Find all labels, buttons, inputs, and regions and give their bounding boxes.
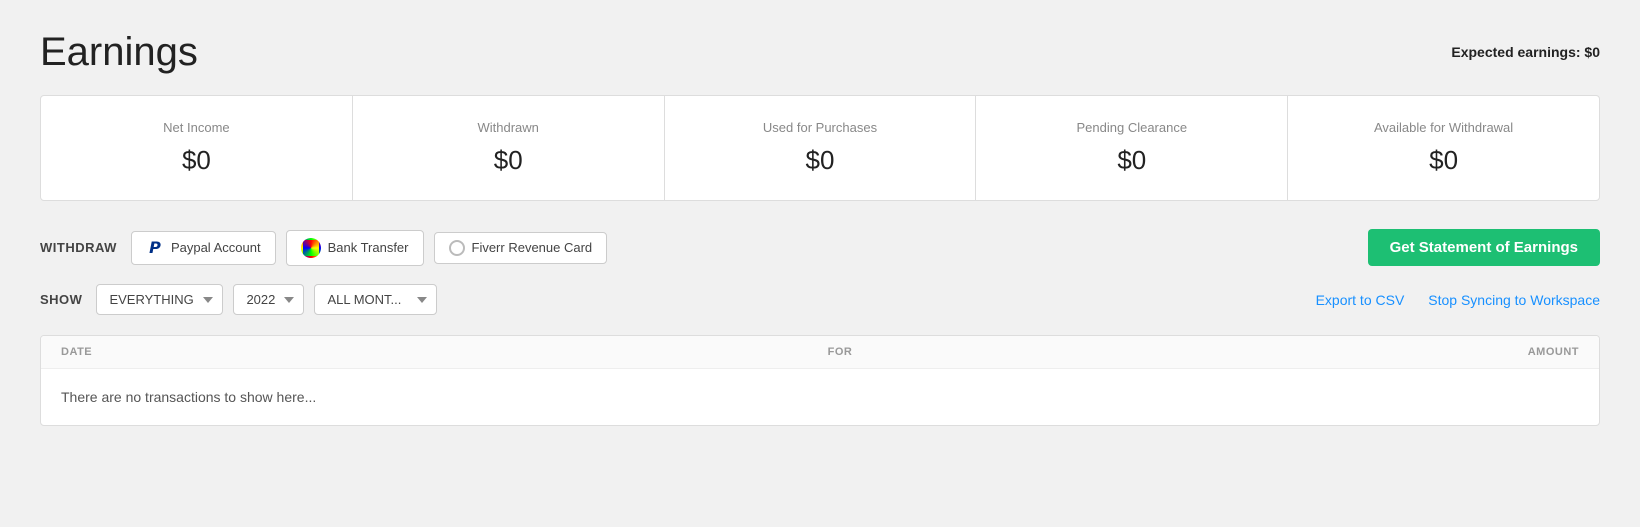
withdraw-label: WITHDRAW: [40, 240, 117, 255]
stat-withdrawn: Withdrawn $0: [353, 96, 665, 200]
stat-withdrawn-label: Withdrawn: [369, 120, 648, 135]
show-row: SHOW EVERYTHING INCOME EXPENSES 2022 202…: [40, 284, 1600, 315]
revenue-card-button[interactable]: Fiverr Revenue Card: [434, 232, 608, 264]
paypal-label: Paypal Account: [171, 240, 261, 255]
stat-pending-clearance-label: Pending Clearance: [992, 120, 1271, 135]
stat-used-purchases-value: $0: [681, 145, 960, 176]
stats-card: Net Income $0 Withdrawn $0 Used for Purc…: [40, 95, 1600, 201]
bank-transfer-button[interactable]: Bank Transfer: [286, 230, 424, 266]
export-csv-link[interactable]: Export to CSV: [1316, 292, 1405, 308]
expected-earnings-value: $0: [1584, 44, 1600, 60]
paypal-icon: 𝙋: [146, 239, 164, 257]
show-left: SHOW EVERYTHING INCOME EXPENSES 2022 202…: [40, 284, 437, 315]
stat-available-withdrawal-label: Available for Withdrawal: [1304, 120, 1583, 135]
stat-net-income: Net Income $0: [41, 96, 353, 200]
header-row: Earnings Expected earnings: $0: [40, 30, 1600, 75]
stat-net-income-label: Net Income: [57, 120, 336, 135]
transactions-table: DATE FOR AMOUNT There are no transaction…: [40, 335, 1600, 426]
revenue-card-icon: [449, 240, 465, 256]
get-statement-button[interactable]: Get Statement of Earnings: [1368, 229, 1600, 266]
filter-dropdown[interactable]: EVERYTHING INCOME EXPENSES: [96, 284, 223, 315]
stat-net-income-value: $0: [57, 145, 336, 176]
page-title: Earnings: [40, 30, 198, 75]
withdraw-row: WITHDRAW 𝙋 Paypal Account Bank Transfer …: [40, 229, 1600, 266]
show-label: SHOW: [40, 292, 82, 307]
revenue-card-label: Fiverr Revenue Card: [472, 240, 593, 255]
stat-pending-clearance: Pending Clearance $0: [976, 96, 1288, 200]
stat-used-purchases-label: Used for Purchases: [681, 120, 960, 135]
table-col-amount-header: AMOUNT: [1459, 346, 1579, 358]
stat-used-purchases: Used for Purchases $0: [665, 96, 977, 200]
expected-earnings: Expected earnings: $0: [1451, 30, 1600, 60]
withdraw-left: WITHDRAW 𝙋 Paypal Account Bank Transfer …: [40, 230, 607, 266]
table-header: DATE FOR AMOUNT: [41, 336, 1599, 369]
bank-label: Bank Transfer: [328, 240, 409, 255]
bank-icon: [301, 238, 321, 258]
year-dropdown[interactable]: 2022 2021 2020 2019: [233, 284, 304, 315]
stop-syncing-link[interactable]: Stop Syncing to Workspace: [1428, 292, 1600, 308]
table-col-date-header: DATE: [61, 346, 221, 358]
expected-earnings-label: Expected earnings:: [1451, 44, 1580, 60]
table-col-for-header: FOR: [221, 346, 1459, 358]
stat-available-withdrawal-value: $0: [1304, 145, 1583, 176]
table-empty-message: There are no transactions to show here..…: [41, 369, 1599, 425]
paypal-button[interactable]: 𝙋 Paypal Account: [131, 231, 276, 265]
show-right: Export to CSV Stop Syncing to Workspace: [1316, 292, 1600, 308]
stat-pending-clearance-value: $0: [992, 145, 1271, 176]
stat-withdrawn-value: $0: [369, 145, 648, 176]
month-dropdown[interactable]: ALL MONT... JANUARY FEBRUARY MARCH APRIL…: [314, 284, 437, 315]
stat-available-withdrawal: Available for Withdrawal $0: [1288, 96, 1599, 200]
